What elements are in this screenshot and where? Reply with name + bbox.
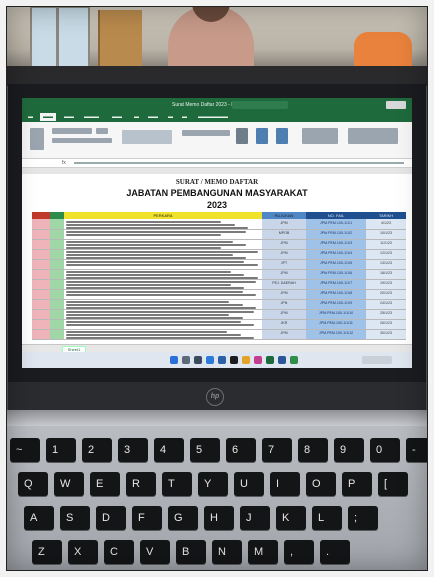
photo-border (6, 6, 428, 571)
